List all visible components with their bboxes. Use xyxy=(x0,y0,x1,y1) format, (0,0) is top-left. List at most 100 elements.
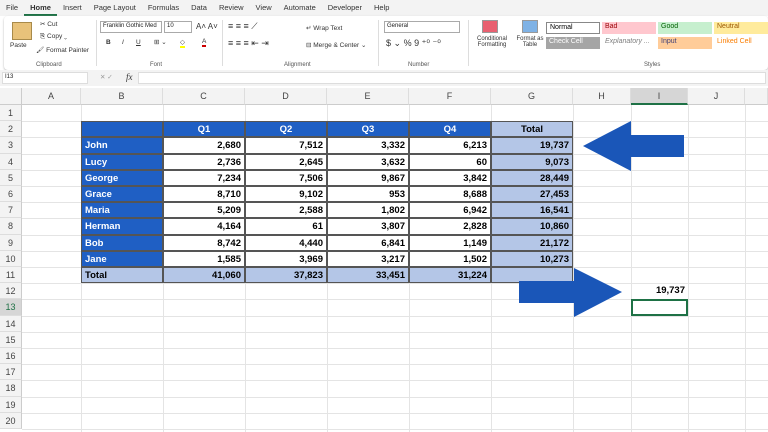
table-cell[interactable]: 5,209 xyxy=(163,202,245,219)
table-cell[interactable]: 2,680 xyxy=(163,137,245,154)
italic-button[interactable]: I xyxy=(122,39,124,46)
table-cell[interactable]: 8,710 xyxy=(163,186,245,203)
tab-review[interactable]: Review xyxy=(213,0,250,16)
table-cell[interactable]: 4,440 xyxy=(245,234,327,251)
row-header-5[interactable]: 5 xyxy=(0,169,22,186)
column-header-E[interactable]: E xyxy=(327,88,409,105)
column-header-G[interactable]: G xyxy=(491,88,573,105)
table-cell[interactable]: 7,234 xyxy=(163,169,245,186)
table-cell[interactable]: 21,172 xyxy=(491,234,573,251)
percent-button[interactable]: % xyxy=(404,38,412,48)
style-bad[interactable]: Bad xyxy=(602,22,656,34)
row-header-8[interactable]: 8 xyxy=(0,218,22,235)
table-cell[interactable]: 9,073 xyxy=(491,153,573,170)
row-header-1[interactable]: 1 xyxy=(0,105,22,122)
row-header-18[interactable]: 18 xyxy=(0,380,22,397)
table-header-q1[interactable]: Q1 xyxy=(163,121,245,138)
row-header-17[interactable]: 17 xyxy=(0,364,22,381)
table-cell[interactable]: 1,502 xyxy=(409,250,491,267)
fx-icon[interactable]: fx xyxy=(126,72,133,82)
merge-center-button[interactable]: ⊟ Merge & Center ⌄ xyxy=(306,41,366,49)
row-header-10[interactable]: 10 xyxy=(0,250,22,267)
table-header-q3[interactable]: Q3 xyxy=(327,121,409,138)
row-header-3[interactable]: 3 xyxy=(0,137,22,154)
table-cell[interactable]: 10,273 xyxy=(491,250,573,267)
row-header-4[interactable]: 4 xyxy=(0,153,22,170)
row-header-13[interactable]: 13 xyxy=(0,299,22,316)
row-name[interactable]: Lucy xyxy=(81,153,163,170)
tab-page-layout[interactable]: Page Layout xyxy=(88,0,142,16)
font-color-icon[interactable]: A xyxy=(202,38,207,47)
select-all-corner[interactable] xyxy=(0,88,22,105)
table-cell[interactable]: 3,217 xyxy=(327,250,409,267)
table-cell[interactable]: 19,737 xyxy=(491,137,573,154)
formula-input[interactable] xyxy=(138,72,766,84)
style-normal[interactable]: Normal xyxy=(546,22,600,34)
font-size-select[interactable]: 10 xyxy=(164,21,192,33)
table-cell[interactable]: 3,842 xyxy=(409,169,491,186)
format-as-table-button[interactable]: Format as Table xyxy=(512,36,548,48)
row-header-7[interactable]: 7 xyxy=(0,202,22,219)
font-size-buttons[interactable]: A˄ A˅ xyxy=(196,22,218,31)
row-header-11[interactable]: 11 xyxy=(0,267,22,284)
tab-automate[interactable]: Automate xyxy=(278,0,322,16)
fill-color-icon[interactable]: ◇ xyxy=(180,38,185,48)
table-cell[interactable]: 9,102 xyxy=(245,186,327,203)
row-name[interactable]: Maria xyxy=(81,202,163,219)
table-cell[interactable]: 3,807 xyxy=(327,218,409,235)
style-explanatory-[interactable]: Explanatory ... xyxy=(602,37,656,49)
table-cell[interactable]: 1,585 xyxy=(163,250,245,267)
name-box[interactable]: I13 xyxy=(2,72,88,84)
conditional-formatting-button[interactable]: Conditional Formatting xyxy=(472,36,512,48)
underline-button[interactable]: U xyxy=(136,39,141,46)
tab-developer[interactable]: Developer xyxy=(322,0,368,16)
column-header-J[interactable]: J xyxy=(688,88,745,105)
column-header-B[interactable]: B xyxy=(81,88,163,105)
table-header-total[interactable]: Total xyxy=(491,121,573,138)
vertical-align-icons[interactable]: ≡ ≡ ≡ ⟋ xyxy=(228,21,258,32)
row-name[interactable]: John xyxy=(81,137,163,154)
tab-insert[interactable]: Insert xyxy=(57,0,88,16)
style-check-cell[interactable]: Check Cell xyxy=(546,37,600,49)
font-name-select[interactable]: Franklin Gothic Med xyxy=(100,21,162,33)
paste-button[interactable]: Paste xyxy=(10,42,27,49)
horizontal-align-icons[interactable]: ≡ ≡ ≡ ⇤ ⇥ xyxy=(228,38,269,49)
column-header-A[interactable]: A xyxy=(22,88,81,105)
total-cell[interactable]: 31,224 xyxy=(409,267,491,284)
row-header-14[interactable]: 14 xyxy=(0,315,22,332)
table-header-q2[interactable]: Q2 xyxy=(245,121,327,138)
row-header-19[interactable]: 19 xyxy=(0,396,22,413)
table-cell[interactable]: 8,688 xyxy=(409,186,491,203)
row-header-20[interactable]: 20 xyxy=(0,412,22,429)
table-cell[interactable]: 2,828 xyxy=(409,218,491,235)
tab-help[interactable]: Help xyxy=(368,0,395,16)
copy-button[interactable]: ⎘ Copy ⌄ xyxy=(40,33,67,41)
currency-button[interactable]: $ xyxy=(386,38,391,48)
result-cell[interactable]: 19,737 xyxy=(631,283,688,299)
wrap-text-button[interactable]: ↵ Wrap Text xyxy=(306,24,342,32)
table-header-corner[interactable] xyxy=(81,121,163,138)
total-cell[interactable]: 33,451 xyxy=(327,267,409,284)
tab-data[interactable]: Data xyxy=(185,0,213,16)
table-cell[interactable]: 28,449 xyxy=(491,169,573,186)
table-cell[interactable]: 27,453 xyxy=(491,186,573,203)
row-name[interactable]: Herman xyxy=(81,218,163,235)
table-cell[interactable]: 7,512 xyxy=(245,137,327,154)
table-cell[interactable]: 6,213 xyxy=(409,137,491,154)
row-header-12[interactable]: 12 xyxy=(0,283,22,300)
tab-file[interactable]: File xyxy=(0,0,24,16)
format-painter-button[interactable]: 🖌 Format Painter xyxy=(36,46,89,54)
table-cell[interactable]: 60 xyxy=(409,153,491,170)
column-header-C[interactable]: C xyxy=(163,88,245,105)
style-neutral[interactable]: Neutral xyxy=(714,22,768,34)
selected-cell-i13[interactable] xyxy=(631,299,688,316)
row-header-9[interactable]: 9 xyxy=(0,234,22,251)
row-name[interactable]: Jane xyxy=(81,250,163,267)
row-name[interactable]: George xyxy=(81,169,163,186)
table-cell[interactable]: 953 xyxy=(327,186,409,203)
table-cell[interactable]: 3,632 xyxy=(327,153,409,170)
table-cell[interactable]: 3,969 xyxy=(245,250,327,267)
table-cell[interactable]: 2,588 xyxy=(245,202,327,219)
column-header-I[interactable]: I xyxy=(631,88,688,105)
column-header-D[interactable]: D xyxy=(245,88,327,105)
